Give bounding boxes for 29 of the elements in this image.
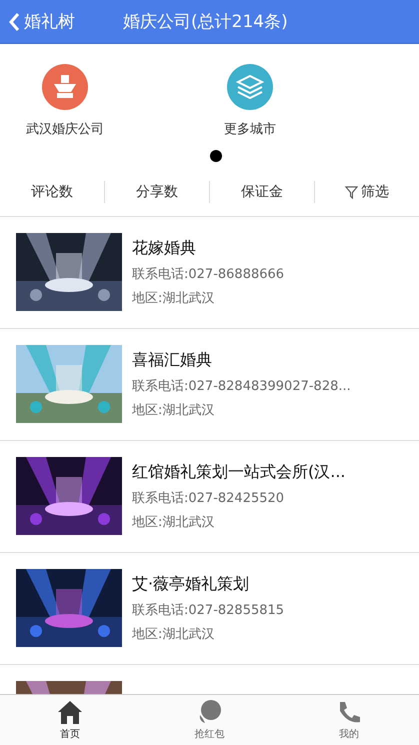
back-button[interactable]: 婚礼树 <box>0 10 75 33</box>
phone-number: 联系电话:027-86888666 <box>132 266 284 282</box>
region-label: 地区:湖北武汉 <box>132 626 216 642</box>
sort-option[interactable]: 分享数 <box>105 176 209 208</box>
region-label: 地区:湖北武汉 <box>132 402 216 418</box>
page-title: 婚庆公司(总计214条) <box>123 11 288 33</box>
sort-option[interactable]: 保证金 <box>210 176 314 208</box>
company-name[interactable]: 喜福汇婚典 <box>132 350 351 370</box>
category-shortcut[interactable]: 更多城市 <box>185 64 315 138</box>
company-name[interactable]: 红馆婚礼策划一站式会所(汉... <box>132 462 346 482</box>
company-name[interactable]: 花嫁婚典 <box>132 238 284 258</box>
phone-number: 联系电话:027-82848399027-828... <box>132 378 351 394</box>
home-icon <box>56 699 83 725</box>
phone-number: 联系电话:027-82425520 <box>132 490 286 506</box>
tab-item[interactable]: 首页 <box>0 695 140 745</box>
company-name[interactable]: 艾·薇亭婚礼策划 <box>132 574 284 594</box>
tab-item[interactable]: 我的 <box>279 695 419 745</box>
sort-option[interactable]: 评论数 <box>0 176 104 208</box>
region-label: 地区:湖北武汉 <box>132 514 216 530</box>
tab-item[interactable]: 抢红包 <box>140 695 280 745</box>
page-indicator[interactable] <box>210 150 222 162</box>
cake-icon <box>42 64 88 110</box>
category-shortcut[interactable]: 武汉婚庆公司 <box>0 64 130 138</box>
filter-icon <box>345 186 358 198</box>
region-label: 地区:湖北武汉 <box>132 290 216 306</box>
back-icon <box>8 12 20 32</box>
sort-option[interactable]: 筛选 <box>315 176 419 208</box>
layers-icon <box>227 64 273 110</box>
phone-number: 联系电话:027-82855815 <box>132 602 284 618</box>
